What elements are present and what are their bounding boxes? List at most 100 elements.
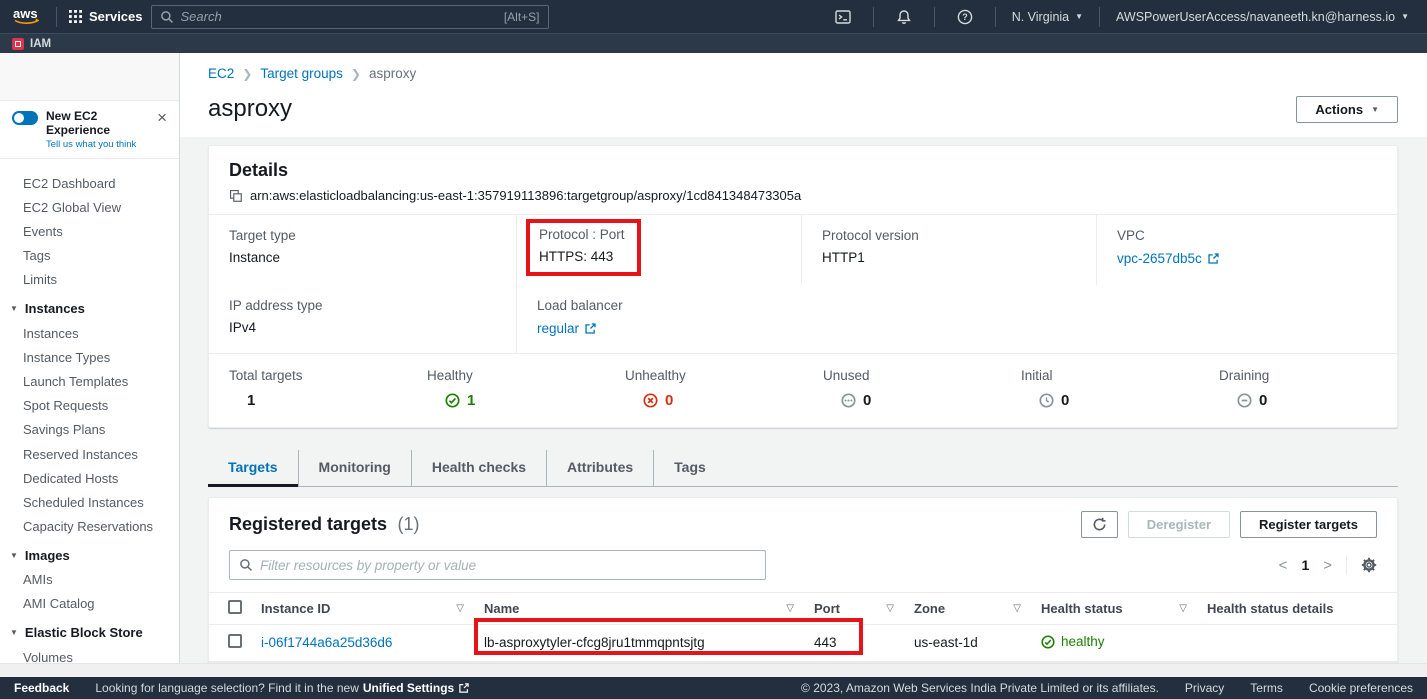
col-zone: Zone	[914, 601, 945, 616]
healthy-count: Healthy 1	[407, 356, 605, 421]
sidebar-item-ec2-global-view[interactable]: EC2 Global View	[0, 195, 179, 219]
previous-page-icon[interactable]: <	[1279, 557, 1288, 574]
actions-button[interactable]: Actions ▼	[1296, 96, 1398, 123]
next-page-icon[interactable]: >	[1323, 557, 1332, 574]
breadcrumb-ec2[interactable]: EC2	[208, 66, 234, 81]
tab-monitoring[interactable]: Monitoring	[299, 450, 412, 486]
ec2-sidebar: New EC2 Experience Tell us what you thin…	[0, 53, 180, 663]
sidebar-item-limits[interactable]: Limits	[0, 268, 179, 292]
pagination: < 1 >	[1279, 555, 1377, 575]
account-menu[interactable]: AWSPowerUserAccess/navaneeth.kn@harness.…	[1112, 10, 1413, 24]
tab-tags[interactable]: Tags	[654, 450, 726, 486]
tab-health-checks[interactable]: Health checks	[412, 450, 547, 486]
sort-icon[interactable]: ▽	[1013, 603, 1021, 614]
aws-logo[interactable]: aws	[10, 6, 44, 27]
breadcrumb-separator: ❯	[351, 67, 361, 81]
sidebar-item-savings-plans[interactable]: Savings Plans	[0, 418, 179, 442]
divider	[56, 7, 57, 27]
sidebar-section-instances[interactable]: ▼ Instances	[0, 292, 179, 321]
region-label: N. Virginia	[1012, 10, 1069, 24]
sidebar-item-amis[interactable]: AMIs	[0, 568, 179, 592]
table-header-row: Instance ID▽ Name▽ Port▽ Zone▽ Health st…	[209, 593, 1397, 625]
new-experience-banner: New EC2 Experience Tell us what you thin…	[0, 100, 179, 159]
cloudshell-icon[interactable]	[825, 9, 861, 25]
unified-settings-link[interactable]: Unified Settings	[363, 681, 454, 695]
instance-id-link[interactable]: i-06f1744a6a25d36d6	[261, 635, 392, 650]
minus-circle-icon	[1237, 393, 1252, 408]
console-footer: Feedback Looking for language selection?…	[0, 677, 1427, 699]
sidebar-item-events[interactable]: Events	[0, 219, 179, 243]
sidebar-item-ami-catalog[interactable]: AMI Catalog	[0, 592, 179, 616]
horizontal-scrollbar[interactable]	[0, 663, 1427, 677]
total-targets: Total targets 1	[209, 356, 407, 421]
load-balancer-link[interactable]: regular	[537, 321, 597, 336]
search-shortcut-hint: [Alt+S]	[504, 10, 540, 24]
sidebar-item-reserved-instances[interactable]: Reserved Instances	[0, 442, 179, 466]
chevron-down-icon: ▼	[1075, 12, 1083, 21]
tab-bar: Targets Monitoring Health checks Attribu…	[208, 450, 1398, 487]
field-vpc: VPC vpc-2657db5c	[1096, 215, 1397, 285]
banner-feedback-link[interactable]: Tell us what you think	[46, 139, 147, 150]
sidebar-item-instance-types[interactable]: Instance Types	[0, 345, 179, 369]
privacy-link[interactable]: Privacy	[1185, 681, 1224, 695]
sidebar-item-instances[interactable]: Instances	[0, 321, 179, 345]
row-checkbox[interactable]	[228, 634, 242, 648]
feedback-button[interactable]: Feedback	[14, 681, 69, 695]
draining-count: Draining 0	[1199, 356, 1397, 421]
terms-link[interactable]: Terms	[1250, 681, 1283, 695]
unhealthy-count: Unhealthy 0	[605, 356, 803, 421]
topnav-right-group: ? N. Virginia ▼ AWSPowerUserAccess/navan…	[825, 7, 1413, 27]
services-menu-button[interactable]: Services	[69, 9, 143, 24]
divider	[1346, 555, 1347, 575]
sidebar-item-scheduled-instances[interactable]: Scheduled Instances	[0, 490, 179, 514]
deregister-button[interactable]: Deregister	[1128, 511, 1230, 538]
initial-count: Initial 0	[1001, 356, 1199, 421]
sort-icon[interactable]: ▽	[786, 603, 794, 614]
sidebar-item-spot-requests[interactable]: Spot Requests	[0, 394, 179, 418]
preferences-gear-icon[interactable]	[1361, 557, 1377, 573]
sidebar-item-launch-templates[interactable]: Launch Templates	[0, 369, 179, 393]
sidebar-section-images[interactable]: ▼ Images	[0, 539, 179, 568]
current-page: 1	[1301, 557, 1309, 573]
notifications-bell-icon[interactable]	[886, 9, 922, 25]
select-all-checkbox[interactable]	[228, 600, 242, 614]
register-targets-button[interactable]: Register targets	[1240, 511, 1377, 538]
sort-icon[interactable]: ▽	[456, 603, 464, 614]
sort-icon[interactable]: ▽	[1179, 603, 1187, 614]
tab-attributes[interactable]: Attributes	[547, 450, 654, 486]
col-name: Name	[484, 601, 519, 616]
search-input[interactable]	[181, 9, 504, 24]
sidebar-item-ec2-dashboard[interactable]: EC2 Dashboard	[0, 171, 179, 195]
check-circle-icon	[445, 393, 460, 408]
cookie-preferences-link[interactable]: Cookie preferences	[1309, 681, 1413, 695]
divider	[995, 7, 996, 27]
sidebar-item-tags[interactable]: Tags	[0, 244, 179, 268]
sidebar-item-capacity-reservations[interactable]: Capacity Reservations	[0, 515, 179, 539]
tab-targets[interactable]: Targets	[208, 450, 299, 486]
registered-targets-panel: Registered targets (1) Deregister Regist…	[208, 497, 1398, 663]
new-experience-toggle[interactable]	[12, 111, 38, 125]
page-header: EC2 ❯ Target groups ❯ asproxy asproxy Ac…	[180, 53, 1427, 137]
col-health-status-details: Health status details	[1207, 601, 1333, 616]
sidebar-item-dedicated-hosts[interactable]: Dedicated Hosts	[0, 466, 179, 490]
help-icon[interactable]: ?	[947, 9, 983, 25]
sort-icon[interactable]: ▽	[886, 603, 894, 614]
sidebar-section-ebs[interactable]: ▼ Elastic Block Store	[0, 616, 179, 645]
sidebar-item-volumes[interactable]: Volumes	[0, 645, 179, 663]
close-icon[interactable]: ×	[155, 109, 169, 127]
account-label: AWSPowerUserAccess/navaneeth.kn@harness.…	[1116, 10, 1395, 24]
copy-icon[interactable]	[229, 189, 243, 203]
targets-table: Instance ID▽ Name▽ Port▽ Zone▽ Health st…	[209, 592, 1397, 662]
vpc-link[interactable]: vpc-2657db5c	[1117, 251, 1220, 266]
filter-resources-box[interactable]	[229, 550, 766, 580]
refresh-button[interactable]	[1081, 511, 1118, 538]
filter-input[interactable]	[260, 558, 756, 573]
sidebar-nav: EC2 Dashboard EC2 Global View Events Tag…	[0, 159, 179, 663]
region-selector[interactable]: N. Virginia ▼	[1008, 10, 1087, 24]
col-health-status: Health status	[1041, 601, 1123, 616]
target-port-cell: 443	[804, 625, 904, 662]
breadcrumb-target-groups[interactable]: Target groups	[260, 66, 343, 81]
global-search[interactable]: [Alt+S]	[151, 5, 549, 29]
favorite-iam-link[interactable]: IAM	[12, 38, 51, 50]
table-row: i-06f1744a6a25d36d6 lb-asproxytyler-cfcg…	[209, 625, 1397, 662]
